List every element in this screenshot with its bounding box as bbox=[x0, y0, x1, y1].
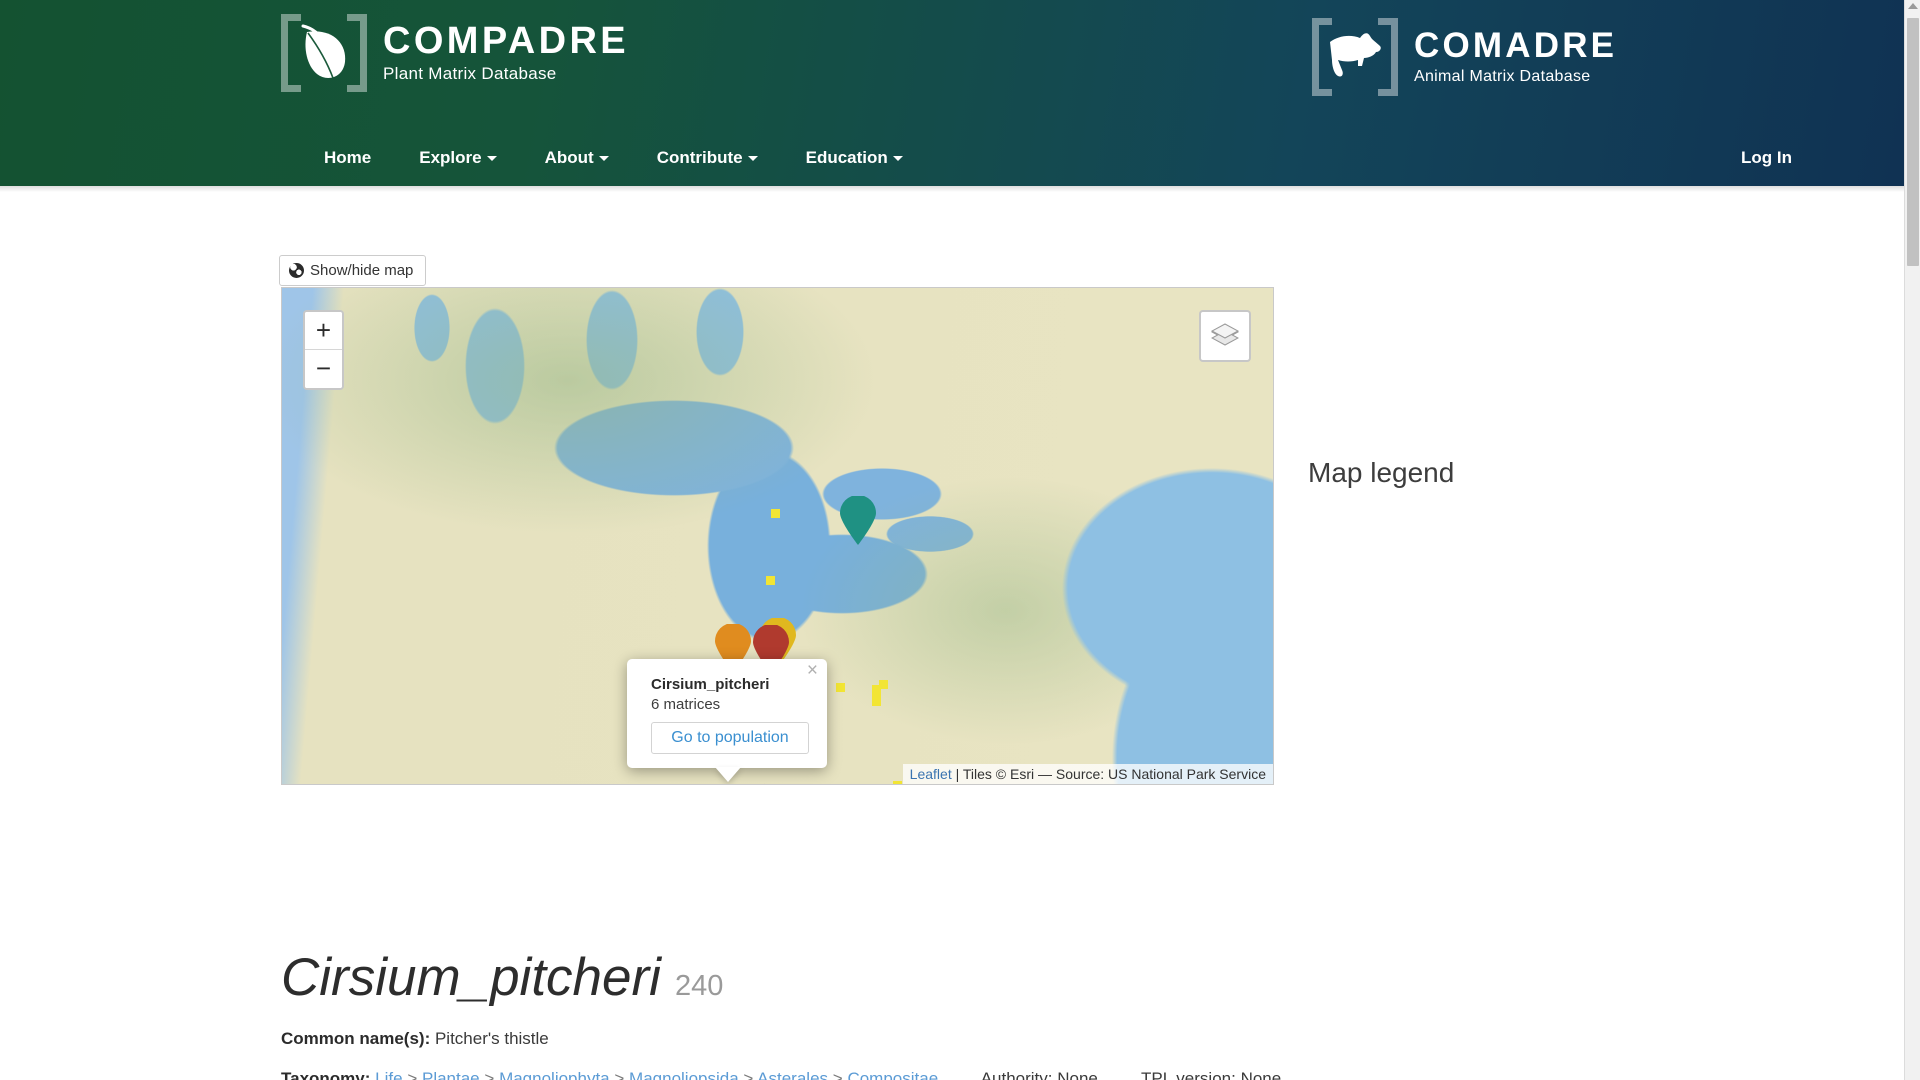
authority-label: Authority: bbox=[980, 1069, 1053, 1080]
species-name: Cirsium_pitcheri bbox=[281, 948, 661, 1007]
nav-item-contribute[interactable]: Contribute bbox=[633, 130, 782, 186]
leaf-icon bbox=[281, 14, 367, 92]
map-legend-title: Map legend bbox=[1308, 457, 1455, 488]
authority-value: None bbox=[1057, 1069, 1098, 1080]
taxonomy-separator: > bbox=[407, 1069, 418, 1080]
nav-item-explore[interactable]: Explore bbox=[395, 130, 520, 186]
popup-matrix-count: 6 matrices bbox=[651, 696, 721, 713]
vertical-scrollbar[interactable] bbox=[1904, 0, 1920, 1080]
compadre-logo-text: COMPADRE Plant Matrix Database bbox=[383, 19, 630, 85]
tpl-version-label: TPL version: bbox=[1141, 1069, 1236, 1080]
compadre-name: COMPADRE bbox=[383, 19, 630, 62]
scroll-up-icon[interactable] bbox=[1908, 3, 1918, 9]
chevron-down-icon bbox=[747, 156, 758, 161]
nav-label-explore: Explore bbox=[419, 148, 482, 167]
taxonomy-link-life[interactable]: Life bbox=[375, 1069, 402, 1080]
taxonomy-row: Taxonomy: Life > Plantae > Magnoliophyta… bbox=[281, 1069, 1281, 1080]
taxonomy-link-compositae[interactable]: Compositae bbox=[847, 1069, 938, 1080]
comadre-logo[interactable]: COMADRE Animal Matrix Database bbox=[1312, 18, 1617, 96]
nav-item-education[interactable]: Education bbox=[782, 130, 927, 186]
nav-label-education: Education bbox=[805, 148, 888, 167]
nav-label-about: About bbox=[544, 148, 594, 167]
go-to-population-button[interactable]: Go to population bbox=[651, 722, 809, 754]
chevron-down-icon bbox=[486, 156, 497, 161]
login-link[interactable]: Log In bbox=[1717, 130, 1816, 186]
marker-teal[interactable] bbox=[839, 496, 877, 546]
show-hide-map-button[interactable]: Show/hide map bbox=[279, 255, 427, 286]
map-popup: × Cirsium_pitcheri 6 matrices Go to popu… bbox=[627, 659, 827, 768]
page-root: COMPADRE Plant Matrix Database COMADRE A… bbox=[0, 0, 1920, 1080]
taxonomy-link-asterales[interactable]: Asterales bbox=[757, 1069, 828, 1080]
close-icon[interactable]: × bbox=[807, 661, 818, 680]
common-name-value: Pitcher's thistle bbox=[434, 1029, 549, 1048]
taxonomy-link-magnoliophyta[interactable]: Magnoliophyta bbox=[499, 1069, 610, 1080]
taxonomy-separator: > bbox=[484, 1069, 495, 1080]
login-label: Log In bbox=[1741, 148, 1792, 167]
nav-label-contribute: Contribute bbox=[656, 148, 743, 167]
nav-items: Home Explore About Contribute Education bbox=[300, 130, 927, 186]
header-logos: COMPADRE Plant Matrix Database COMADRE A… bbox=[0, 0, 1904, 130]
chevron-down-icon bbox=[892, 156, 903, 161]
header-shadow bbox=[0, 186, 1920, 192]
comadre-subtitle: Animal Matrix Database bbox=[1414, 67, 1591, 85]
common-name-row: Common name(s): Pitcher's thistle bbox=[281, 1029, 549, 1049]
scrollbar-thumb[interactable] bbox=[1907, 18, 1919, 266]
taxonomy-link-magnoliopsida[interactable]: Magnoliopsida bbox=[629, 1069, 739, 1080]
comadre-name: COMADRE bbox=[1414, 26, 1618, 66]
leaflet-map[interactable]: + − × Cirsium_pitcheri 6 matrices Go to … bbox=[281, 287, 1274, 785]
taxonomy-link-plantae[interactable]: Plantae bbox=[422, 1069, 480, 1080]
comadre-logo-text: COMADRE Animal Matrix Database bbox=[1414, 26, 1618, 86]
taxonomy-separator: > bbox=[743, 1069, 754, 1080]
chevron-down-icon bbox=[598, 156, 609, 161]
compadre-logo[interactable]: COMPADRE Plant Matrix Database bbox=[281, 14, 629, 92]
nav-item-about[interactable]: About bbox=[521, 130, 633, 186]
popup-title: Cirsium_pitcheri bbox=[651, 676, 770, 693]
species-id: 240 bbox=[674, 970, 724, 1002]
common-name-label: Common name(s): bbox=[281, 1029, 431, 1048]
page-title: Cirsium_pitcheri 240 bbox=[281, 947, 723, 1008]
globe-icon bbox=[289, 263, 304, 278]
nav-item-home[interactable]: Home bbox=[300, 130, 395, 186]
taxonomy-separator: > bbox=[832, 1069, 843, 1080]
show-hide-map-label: Show/hide map bbox=[310, 262, 414, 279]
compadre-subtitle: Plant Matrix Database bbox=[383, 64, 557, 84]
taxonomy-separator: > bbox=[614, 1069, 625, 1080]
taxonomy-label: Taxonomy: bbox=[281, 1069, 371, 1080]
main-navigation: Home Explore About Contribute Education … bbox=[0, 130, 1904, 186]
bear-icon bbox=[1312, 18, 1398, 96]
site-header: COMPADRE Plant Matrix Database COMADRE A… bbox=[0, 0, 1904, 186]
nav-right: Log In bbox=[1717, 130, 1816, 186]
tpl-version-value: None bbox=[1240, 1069, 1282, 1080]
nav-label-home: Home bbox=[324, 148, 372, 167]
